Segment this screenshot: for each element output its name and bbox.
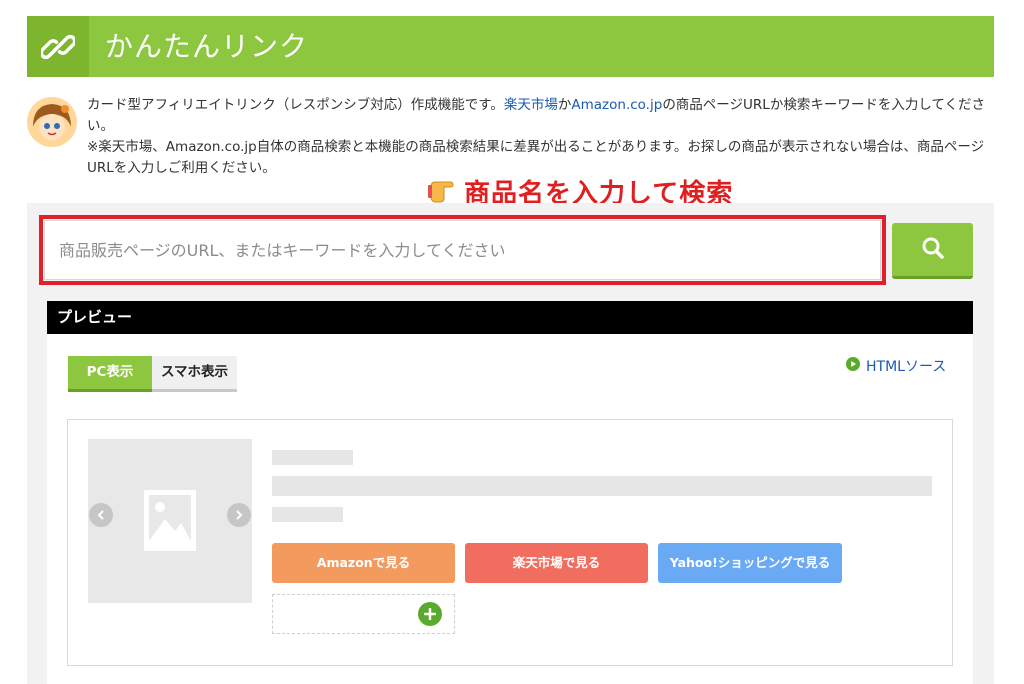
search-icon (921, 236, 945, 264)
intro-text: カード型アフィリエイトリンク（レスポンシブ対応）作成機能です。楽天市場かAmaz… (87, 95, 992, 179)
image-next-button[interactable] (227, 503, 251, 527)
chevron-left-icon (97, 510, 104, 520)
yahoo-shopping-button[interactable]: Yahoo!ショッピングで見る (658, 543, 842, 583)
amazon-link[interactable]: Amazon.co.jp (571, 97, 662, 113)
rakuten-button[interactable]: 楽天市場で見る (465, 543, 648, 583)
link-icon (27, 16, 89, 77)
plus-icon (424, 608, 436, 620)
play-circle-icon (846, 357, 860, 375)
app-header: かんたんリンク (27, 16, 994, 77)
tab-smartphone-view[interactable]: スマホ表示 (152, 356, 237, 392)
preview-header: プレビュー (47, 301, 973, 334)
image-icon (144, 490, 196, 551)
search-button[interactable] (892, 223, 973, 279)
rakuten-link[interactable]: 楽天市場 (504, 97, 558, 113)
intro-line-1: カード型アフィリエイトリンク（レスポンシブ対応）作成機能です。楽天市場かAmaz… (87, 95, 992, 137)
chevron-right-icon (236, 510, 243, 520)
title-skeleton-short (272, 450, 353, 465)
html-source-link[interactable]: HTMLソース (846, 356, 946, 376)
title-skeleton-long (272, 476, 932, 496)
image-prev-button[interactable] (89, 503, 113, 527)
intro-text-part: か (557, 97, 572, 113)
search-highlight-frame (39, 215, 886, 285)
amazon-button[interactable]: Amazonで見る (272, 543, 455, 583)
product-image-placeholder (88, 439, 252, 603)
price-skeleton (272, 507, 343, 522)
html-source-label: HTMLソース (866, 359, 947, 375)
page-title: かんたんリンク (105, 30, 309, 63)
tab-pc-view[interactable]: PC表示 (68, 356, 152, 392)
add-button[interactable] (418, 602, 442, 626)
mascot-avatar (27, 97, 77, 147)
intro-text-part: カード型アフィリエイトリンク（レスポンシブ対応）作成機能です。 (87, 97, 504, 113)
